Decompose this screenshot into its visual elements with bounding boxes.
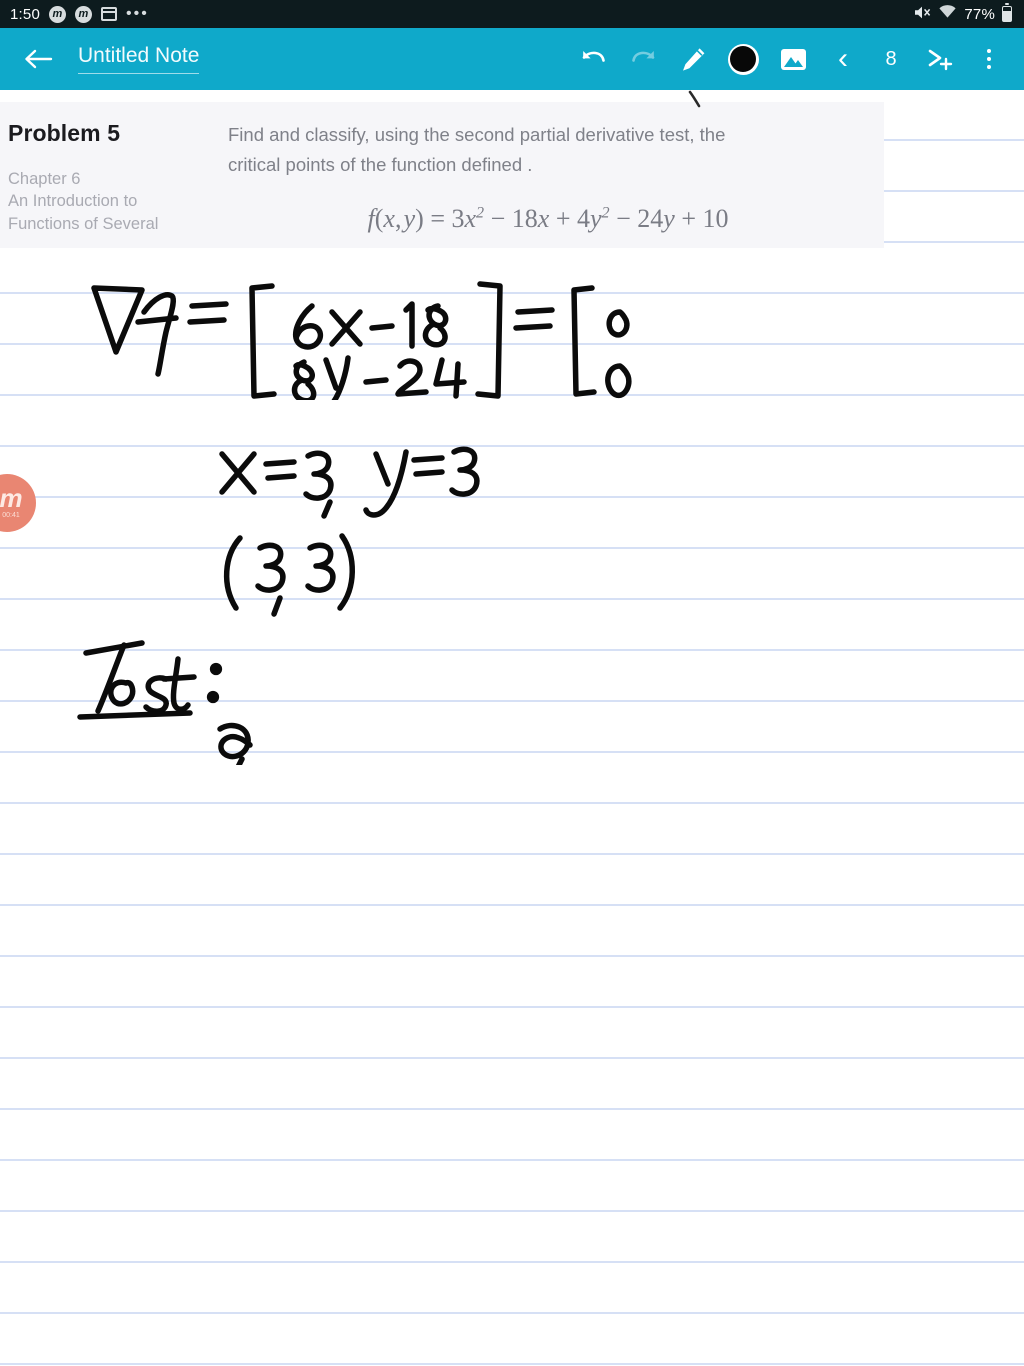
handwritten-gradient-equation bbox=[91, 281, 632, 400]
app-badge-icon-2: m bbox=[75, 5, 92, 23]
recording-app-logo: m bbox=[0, 483, 23, 514]
handwritten-critical-point bbox=[223, 533, 355, 617]
volume-mute-icon bbox=[914, 5, 931, 24]
note-title-text[interactable]: Untitled Note bbox=[78, 44, 200, 74]
android-status-bar: 1:50 m m ••• 77% bbox=[0, 0, 1024, 28]
pen-tool-button[interactable] bbox=[668, 34, 718, 84]
previous-page-button[interactable]: ‹ bbox=[818, 34, 868, 84]
add-page-icon bbox=[928, 49, 953, 71]
handwriting-layer[interactable] bbox=[0, 90, 1024, 1366]
handwritten-test-heading bbox=[77, 640, 253, 765]
app-toolbar: Untitled Note ‹ 8 bbox=[0, 28, 1024, 90]
status-clock: 1:50 bbox=[10, 5, 40, 23]
wifi-icon bbox=[938, 5, 957, 23]
back-arrow-icon bbox=[25, 49, 53, 69]
image-icon bbox=[780, 48, 806, 70]
note-page[interactable]: Problem 5 Chapter 6 An Introduction to F… bbox=[0, 90, 1024, 1366]
redo-icon bbox=[631, 51, 654, 62]
battery-icon bbox=[1002, 3, 1012, 22]
pen-icon bbox=[682, 47, 704, 71]
note-title-field[interactable]: Untitled Note bbox=[78, 44, 200, 74]
chevron-left-icon: ‹ bbox=[838, 42, 848, 75]
more-options-icon bbox=[987, 49, 991, 69]
color-swatch-ring bbox=[727, 43, 759, 75]
redo-button[interactable] bbox=[618, 34, 668, 84]
undo-button[interactable] bbox=[568, 34, 618, 84]
color-swatch-button[interactable] bbox=[718, 34, 768, 84]
status-bar-left: 1:50 m m ••• bbox=[10, 5, 149, 23]
undo-icon bbox=[582, 51, 605, 62]
back-button[interactable] bbox=[22, 42, 56, 76]
status-overflow-icon: ••• bbox=[126, 5, 149, 23]
note-app-screen: 1:50 m m ••• 77% Untitled Note ‹ 8 Probl… bbox=[0, 0, 1024, 1366]
recording-elapsed-time: 00:41 bbox=[2, 511, 20, 519]
toolbar-actions: ‹ 8 bbox=[568, 34, 1024, 84]
color-swatch-fill bbox=[730, 46, 756, 72]
add-page-button[interactable] bbox=[914, 34, 964, 84]
insert-image-button[interactable] bbox=[768, 34, 818, 84]
handwritten-critical-values bbox=[219, 446, 480, 519]
page-number-label[interactable]: 8 bbox=[868, 48, 914, 71]
multiwindow-icon bbox=[101, 7, 117, 21]
status-bar-right: 77% bbox=[914, 3, 1012, 24]
more-options-button[interactable] bbox=[964, 34, 1014, 84]
battery-percent-label: 77% bbox=[964, 5, 995, 23]
app-badge-icon-1: m bbox=[49, 5, 66, 23]
